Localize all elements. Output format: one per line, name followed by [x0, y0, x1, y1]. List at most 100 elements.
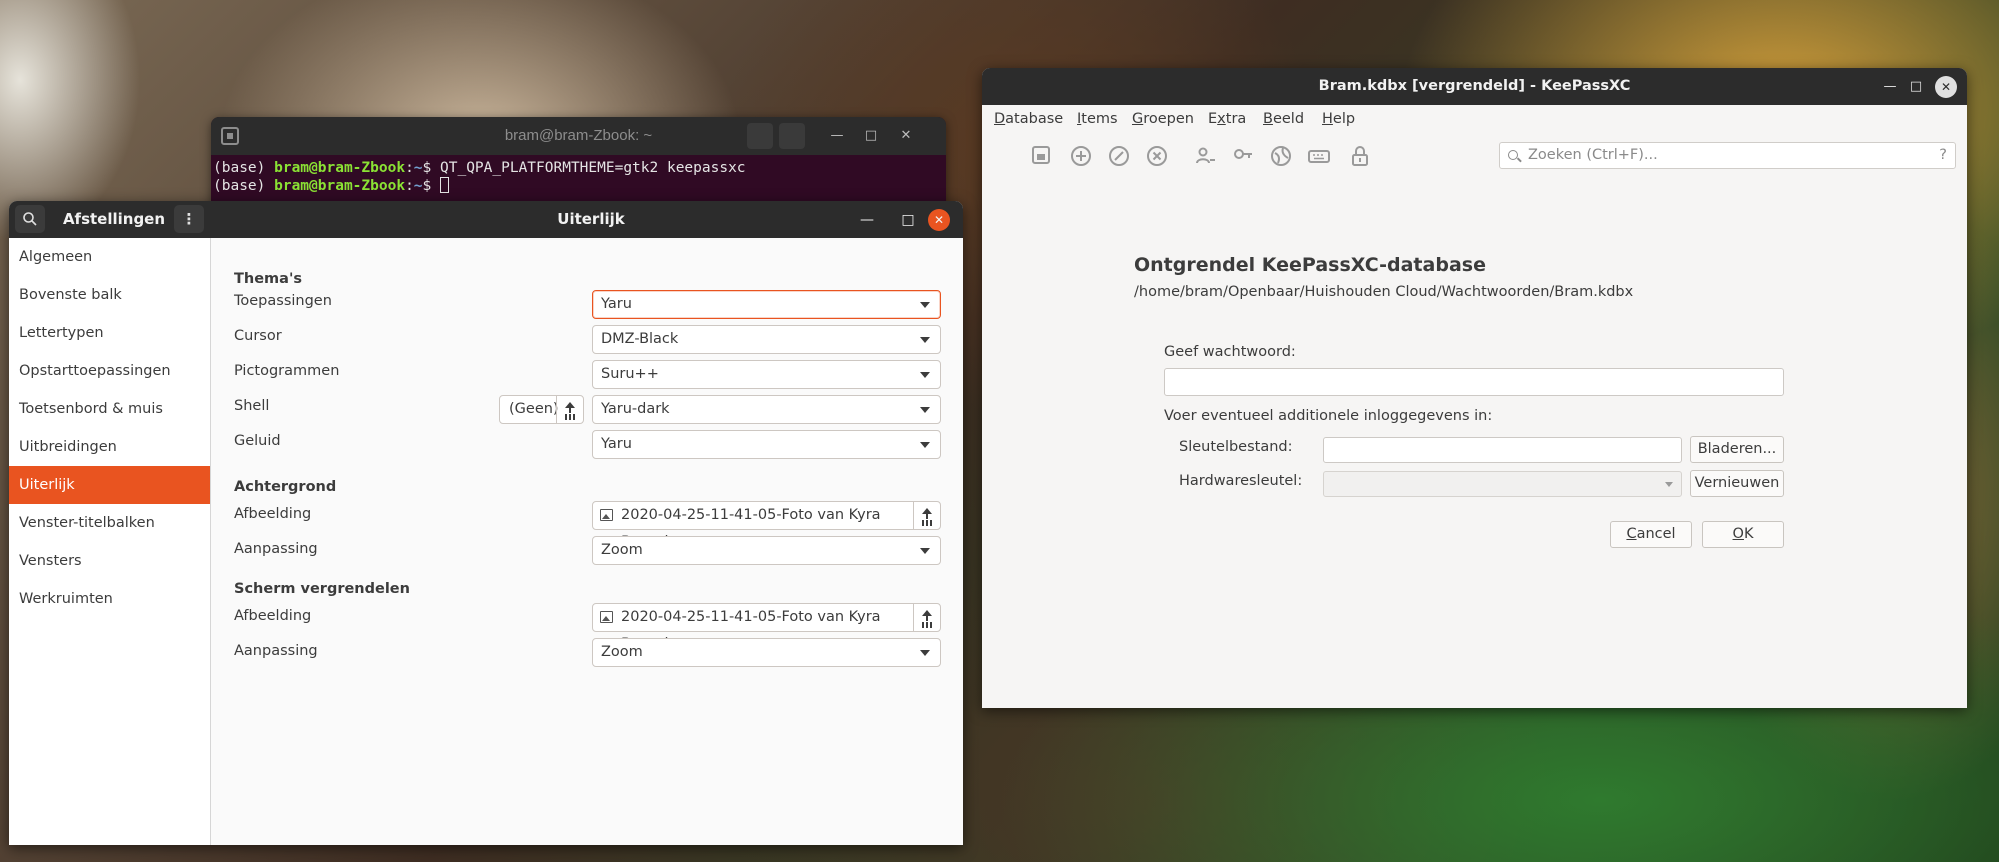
sidebar-item-vensters[interactable]: Vensters [9, 542, 210, 580]
additional-credentials-label: Voer eventueel additionele inloggegevens… [1164, 408, 1493, 424]
menubar: Database Items Groepen Extra Beeld Help [982, 105, 1967, 135]
menu-help[interactable]: Help [1322, 111, 1355, 127]
close-icon[interactable]: ✕ [1935, 76, 1957, 98]
chevron-down-icon [920, 442, 930, 448]
sidebar-item-venster-titelbalken[interactable]: Venster-titelbalken [9, 504, 210, 542]
copy-password-icon[interactable] [1232, 145, 1254, 167]
menu-database[interactable]: Database [994, 111, 1063, 127]
section-title-themes: Thema's [234, 271, 303, 287]
lockscreen-adjust-select[interactable]: Zoom [592, 638, 941, 667]
menu-extra[interactable]: Extra [1208, 111, 1246, 127]
password-label: Geef wachtwoord: [1164, 344, 1296, 360]
upload-icon [913, 502, 940, 529]
applications-label: Toepassingen [234, 293, 332, 309]
hardware-key-select[interactable] [1323, 471, 1682, 497]
image-icon [600, 611, 613, 623]
sidebar-item-uitbreidingen[interactable]: Uitbreidingen [9, 428, 210, 466]
shell-theme-value: Yaru-dark [601, 401, 670, 417]
add-entry-icon[interactable] [1070, 145, 1092, 167]
lockscreen-image-button[interactable]: 2020-04-25-11-41-05-Foto van Kyra Bram.j… [592, 603, 941, 652]
sidebar-item-werkruimten[interactable]: Werkruimten [9, 580, 210, 618]
search-input[interactable]: Zoeken (Ctrl+F)... ? [1499, 142, 1956, 169]
ok-button[interactable]: OK [1702, 521, 1784, 548]
icons-theme-value: Suru++ [601, 366, 659, 382]
search-icon [1508, 150, 1518, 160]
save-icon[interactable] [1030, 145, 1052, 167]
background-adjust-label: Aanpassing [234, 541, 318, 557]
terminal-window[interactable]: bram@bram-Zbook: ~ — □ ✕ (base) bram@bra… [211, 117, 946, 207]
chevron-down-icon [920, 548, 930, 554]
close-icon[interactable]: ✕ [896, 126, 916, 146]
keepassxc-window[interactable]: Bram.kdbx [vergrendeld] - KeePassXC — □ … [982, 68, 1967, 708]
sidebar-item-toetsenbord-muis[interactable]: Toetsenbord & muis [9, 390, 210, 428]
sound-theme-select[interactable]: Yaru [592, 430, 941, 459]
maximize-icon[interactable]: □ [861, 126, 881, 146]
shell-file-button[interactable]: (Geen) [499, 395, 584, 424]
search-help-icon[interactable]: ? [1939, 143, 1947, 168]
icons-label: Pictogrammen [234, 363, 340, 379]
lock-icon[interactable] [1349, 145, 1371, 167]
upload-icon [913, 604, 940, 631]
autotype-icon[interactable] [1308, 145, 1330, 167]
cursor-theme-select[interactable]: DMZ-Black [592, 325, 941, 354]
menu-groepen[interactable]: Groepen [1132, 111, 1194, 127]
lockscreen-adjust-label: Aanpassing [234, 643, 318, 659]
maximize-icon[interactable]: □ [1905, 76, 1927, 98]
menu-beeld[interactable]: Beeld [1263, 111, 1304, 127]
minimize-icon[interactable]: — [1879, 76, 1901, 98]
sound-label: Geluid [234, 433, 281, 449]
password-field[interactable] [1164, 368, 1784, 396]
shell-label: Shell [234, 398, 270, 414]
terminal-titlebar[interactable]: bram@bram-Zbook: ~ — □ ✕ [211, 117, 946, 155]
terminal-line: (base) bram@bram-Zbook:~$ QT_QPA_PLATFOR… [213, 160, 746, 176]
keyfile-field[interactable] [1323, 437, 1682, 463]
lockscreen-adjust-value: Zoom [601, 644, 643, 660]
sidebar-item-algemeen[interactable]: Algemeen [9, 238, 210, 276]
search-placeholder: Zoeken (Ctrl+F)... [1528, 147, 1658, 163]
terminal-menu-button[interactable] [779, 123, 805, 149]
terminal-search-button[interactable] [747, 123, 773, 149]
image-icon [600, 509, 613, 521]
window-title: Bram.kdbx [vergrendeld] - KeePassXC [1318, 78, 1631, 94]
icons-theme-select[interactable]: Suru++ [592, 360, 941, 389]
refresh-button[interactable]: Vernieuwen [1690, 470, 1784, 497]
chevron-down-icon [920, 650, 930, 656]
section-title-lockscreen: Scherm vergrendelen [234, 581, 410, 597]
section-title-background: Achtergrond [234, 479, 337, 495]
cancel-button[interactable]: Cancel [1610, 521, 1692, 548]
maximize-icon[interactable]: □ [897, 209, 919, 231]
close-icon[interactable]: ✕ [928, 209, 950, 231]
hardware-key-label: Hardwaresleutel: [1179, 473, 1303, 489]
terminal-output[interactable]: (base) bram@bram-Zbook:~$ QT_QPA_PLATFOR… [211, 155, 946, 199]
edit-entry-icon[interactable] [1108, 145, 1130, 167]
copy-username-icon[interactable] [1194, 145, 1216, 167]
open-url-icon[interactable] [1270, 145, 1292, 167]
upload-icon [556, 396, 583, 423]
background-adjust-select[interactable]: Zoom [592, 536, 941, 565]
keepassxc-titlebar[interactable]: Bram.kdbx [vergrendeld] - KeePassXC — □ … [982, 68, 1967, 105]
appearance-panel: Thema's Toepassingen Yaru Cursor DMZ-Bla… [212, 238, 963, 845]
chevron-down-icon [1665, 482, 1673, 487]
browse-button[interactable]: Bladeren... [1690, 436, 1784, 463]
sidebar-item-opstarttoepassingen[interactable]: Opstarttoepassingen [9, 352, 210, 390]
minimize-icon[interactable]: — [856, 209, 878, 231]
delete-entry-icon[interactable] [1146, 145, 1168, 167]
shell-theme-select[interactable]: Yaru-dark [592, 395, 941, 424]
menu-items[interactable]: Items [1077, 111, 1118, 127]
shell-file-value: (Geen) [509, 401, 559, 417]
background-image-button[interactable]: 2020-04-25-11-41-05-Foto van Kyra Bram.j… [592, 501, 941, 550]
chevron-down-icon [920, 302, 930, 308]
tweaks-window[interactable]: Afstellingen ⋮ Uiterlijk — □ ✕ Algemeen … [9, 201, 963, 845]
sidebar-item-uiterlijk[interactable]: Uiterlijk [9, 466, 210, 504]
cursor-label: Cursor [234, 328, 282, 344]
menu-button[interactable]: ⋮ [174, 205, 204, 233]
applications-theme-select[interactable]: Yaru [592, 290, 941, 319]
page-title: Uiterlijk [557, 210, 625, 228]
sidebar-item-lettertypen[interactable]: Lettertypen [9, 314, 210, 352]
chevron-down-icon [920, 337, 930, 343]
minimize-icon[interactable]: — [827, 126, 847, 146]
tweaks-titlebar[interactable]: Afstellingen ⋮ Uiterlijk — □ ✕ [9, 201, 963, 238]
sidebar-item-bovenste-balk[interactable]: Bovenste balk [9, 276, 210, 314]
chevron-down-icon [920, 372, 930, 378]
cursor-theme-value: DMZ-Black [601, 331, 679, 347]
